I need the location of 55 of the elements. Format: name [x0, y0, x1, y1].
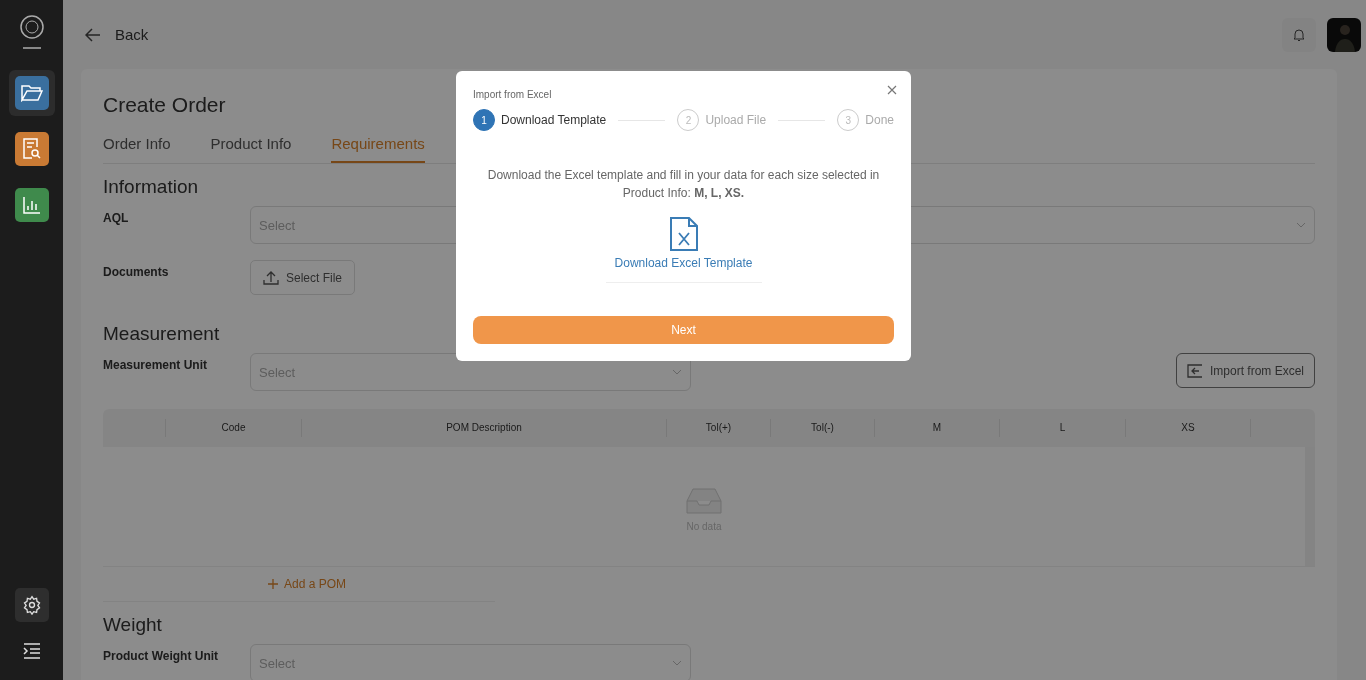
step-number: 2 — [677, 109, 700, 131]
column-header: POM Description — [446, 422, 522, 433]
download-template-link[interactable]: Download Excel Template — [614, 256, 753, 270]
settings-button[interactable] — [14, 588, 49, 622]
upload-icon — [263, 270, 279, 285]
import-icon — [1186, 363, 1203, 378]
column-header: Tol(-) — [811, 422, 834, 433]
nav-button[interactable] — [14, 132, 49, 166]
excel-file-icon — [668, 216, 699, 252]
dialog-title: Import from Excel — [473, 89, 553, 100]
document-search-icon — [21, 138, 42, 160]
empty-box-icon — [685, 487, 723, 515]
column-header: XS — [1181, 422, 1195, 433]
bell-icon — [1293, 27, 1305, 42]
section-title: Measurement — [103, 323, 220, 345]
close-icon — [887, 85, 897, 95]
add-pom-button[interactable]: Add a POM — [268, 567, 347, 601]
menu-icon — [22, 643, 41, 659]
column-header: L — [1059, 422, 1066, 433]
tab[interactable]: Product Info — [210, 135, 292, 163]
settings-icon — [21, 595, 42, 615]
tab[interactable]: Order Info — [103, 135, 171, 163]
select-file-button[interactable]: Select File — [250, 260, 356, 295]
close-button[interactable] — [885, 83, 899, 97]
import-button[interactable]: Import from Excel — [1175, 353, 1315, 388]
chevron-icon — [672, 369, 682, 375]
plus-icon — [268, 579, 278, 589]
next-button[interactable]: Next — [473, 316, 894, 344]
step-number: 1 — [473, 109, 495, 131]
column-header: M — [932, 422, 942, 433]
field-label: Documents — [103, 264, 170, 279]
column-header: Code — [221, 422, 246, 433]
step-label: Done — [865, 113, 894, 127]
back-arrow-icon — [85, 27, 101, 42]
nav-button[interactable] — [14, 76, 49, 110]
logo-icon — [17, 14, 46, 52]
chevron-icon — [672, 660, 682, 666]
step-label: Download Template — [501, 113, 607, 127]
nav-button[interactable] — [14, 188, 49, 222]
back-button[interactable]: Back — [81, 26, 149, 43]
step-label: Upload File — [705, 113, 767, 127]
avatar[interactable] — [1327, 17, 1361, 52]
folder-icon — [20, 84, 43, 102]
bar-chart-icon — [21, 195, 42, 215]
page-title: Create Order — [103, 93, 226, 117]
field-label: AQL — [103, 210, 130, 225]
field-label: Product Weight Unit — [103, 648, 220, 663]
chevron-icon — [1296, 222, 1306, 228]
tab[interactable]: Requirements — [331, 135, 425, 163]
step-number: 3 — [837, 109, 860, 131]
column-header: Tol(+) — [705, 422, 732, 433]
section-title: Weight — [103, 614, 162, 636]
instructions-text: Download the Excel template and fill in your data for each size selected in Product Info: M, L, XS. — [486, 167, 881, 202]
field-label: Measurement Unit — [103, 357, 209, 372]
section-title: Information — [103, 176, 199, 198]
